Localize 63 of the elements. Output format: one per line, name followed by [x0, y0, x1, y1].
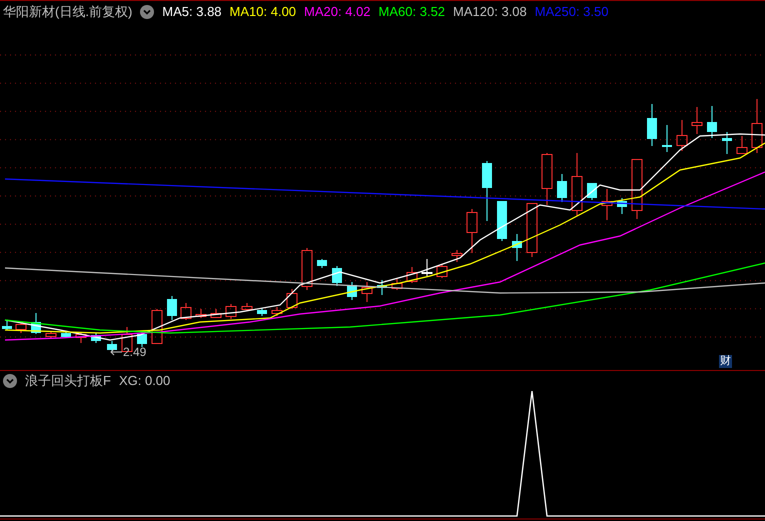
candlestick — [572, 152, 582, 216]
moving-average-value: MA20: 4.02 — [304, 2, 371, 20]
low-price-label: 2.49 — [123, 345, 146, 359]
finance-badge[interactable]: 财 — [719, 355, 732, 368]
candlestick — [406, 266, 418, 284]
candlestick — [392, 278, 402, 290]
candlestick — [180, 302, 192, 320]
candlestick — [2, 320, 12, 330]
candlestick — [632, 158, 642, 220]
candlestick — [226, 304, 236, 320]
moving-average-value: MA250: 3.50 — [534, 2, 608, 20]
candlestick — [452, 250, 462, 262]
candlestick — [736, 136, 748, 154]
candlestick — [107, 340, 117, 352]
candlestick — [347, 282, 357, 300]
candlestick — [167, 296, 177, 320]
dropdown-icon[interactable] — [3, 374, 17, 388]
candlestick — [707, 106, 717, 138]
candlestick — [272, 306, 282, 316]
candlestick — [512, 234, 522, 262]
candlestick — [662, 124, 672, 152]
candlestick — [137, 332, 147, 348]
dropdown-icon[interactable] — [140, 4, 154, 18]
candlestick — [676, 120, 688, 152]
indicator-value: XG: 0.00 — [118, 372, 170, 390]
candlestick — [526, 202, 538, 258]
moving-average-value: MA5: 3.88 — [162, 2, 222, 20]
moving-average-value: MA10: 4.00 — [230, 2, 296, 20]
candlestick — [557, 174, 567, 202]
candlestick — [196, 308, 206, 318]
candlestick — [542, 152, 552, 206]
candlestick — [46, 330, 56, 338]
candlestick — [436, 264, 448, 278]
stock-title: 华阳新材(日线.前复权) — [3, 2, 132, 21]
candlestick — [61, 330, 71, 338]
candlestick — [31, 312, 41, 334]
arrow-icon — [110, 348, 122, 356]
candlestick — [482, 160, 492, 222]
candlestick — [210, 308, 222, 318]
candlestick — [257, 308, 267, 316]
candlestick — [377, 280, 387, 296]
candlestick — [152, 308, 162, 344]
candlestick — [602, 188, 612, 220]
moving-average-value: MA120: 3.08 — [453, 2, 527, 20]
candlestick — [362, 282, 372, 302]
candlestick — [91, 332, 101, 344]
candlestick — [722, 132, 732, 154]
candlestick — [422, 258, 432, 276]
candlestick — [317, 258, 327, 268]
candlestick — [242, 302, 252, 312]
candlestick — [302, 248, 312, 290]
candlestick — [752, 98, 762, 154]
candlestick — [16, 322, 26, 334]
candlestick — [497, 200, 507, 242]
candlestick — [466, 208, 478, 254]
moving-average-value: MA60: 3.52 — [378, 2, 446, 20]
candlestick — [286, 288, 298, 310]
indicator-name: 浪子回头打板F — [25, 372, 111, 390]
candlestick — [692, 106, 702, 134]
candlestick — [76, 332, 86, 344]
candlestick — [647, 104, 657, 146]
candlestick — [617, 198, 627, 214]
candlestick — [332, 266, 342, 286]
